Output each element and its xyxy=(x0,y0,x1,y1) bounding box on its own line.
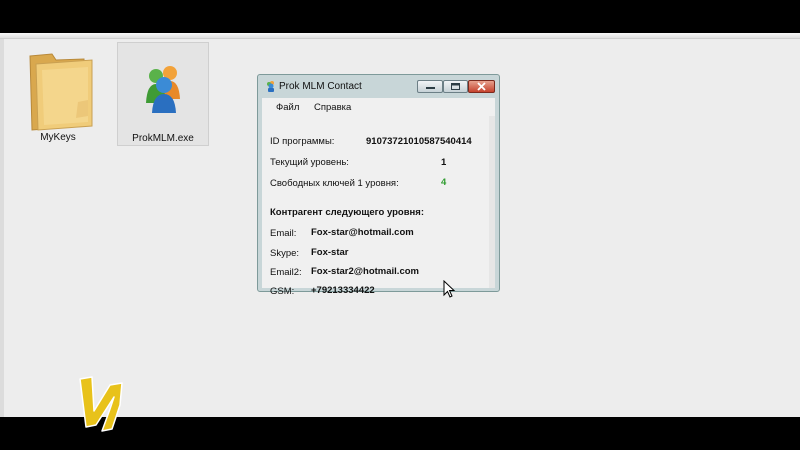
desktop-icon-label: MyKeys xyxy=(40,132,76,143)
email-label: Email: xyxy=(270,228,297,239)
minimize-icon xyxy=(426,87,435,89)
email-value: Fox-star@hotmail.com xyxy=(311,227,414,238)
program-id-value: 91073721010587540414 xyxy=(366,136,472,147)
channel-logo-icon xyxy=(79,376,123,432)
window-scrollbar[interactable] xyxy=(489,116,495,288)
skype-label: Skype: xyxy=(270,248,300,259)
desktop-icon-label: ProkMLM.exe xyxy=(132,133,194,144)
window-titlebar[interactable]: Prok MLM Contact xyxy=(258,75,499,97)
contact-window: Prok MLM Contact Файл Справка ID програм… xyxy=(257,74,500,297)
users-icon xyxy=(146,66,180,113)
window-title: Prok MLM Contact xyxy=(279,81,362,92)
menu-bar: Файл Справка xyxy=(262,98,495,116)
gsm-value: +79213334422 xyxy=(311,285,375,296)
desktop-left-edge xyxy=(0,39,4,417)
menu-help[interactable]: Справка xyxy=(314,102,351,113)
contact-header: Контрагент следующего уровня: xyxy=(270,207,424,218)
desktop-icon-prokmlm[interactable]: ProkMLM.exe xyxy=(117,42,209,146)
maximize-button[interactable] xyxy=(443,80,468,93)
skype-value: Fox-star xyxy=(311,247,349,258)
desktop: MyKeys ProkMLM.exe Prok MLM Contact Файл… xyxy=(0,33,800,417)
free-keys-label: Свободных ключей 1 уровня: xyxy=(270,178,399,189)
close-icon xyxy=(477,82,486,91)
window-client-area: Файл Справка ID программы: 9107372101058… xyxy=(262,98,495,297)
users-icon xyxy=(267,81,274,92)
mouse-cursor-icon xyxy=(443,280,456,298)
email2-value: Fox-star2@hotmail.com xyxy=(311,266,419,277)
free-keys-value: 4 xyxy=(441,177,447,188)
menu-file[interactable]: Файл xyxy=(276,102,299,113)
minimize-button[interactable] xyxy=(417,80,443,93)
current-level-value: 1 xyxy=(441,157,447,168)
current-level-label: Текущий уровень: xyxy=(270,157,349,168)
desktop-icon-mykeys[interactable]: MyKeys xyxy=(12,42,104,146)
desktop-top-edge xyxy=(0,33,800,39)
folder-icon xyxy=(29,53,93,131)
close-button[interactable] xyxy=(468,80,495,93)
maximize-icon xyxy=(451,83,460,90)
program-id-label: ID программы: xyxy=(270,136,335,147)
email2-label: Email2: xyxy=(270,267,302,278)
gsm-label: GSM: xyxy=(270,286,295,297)
